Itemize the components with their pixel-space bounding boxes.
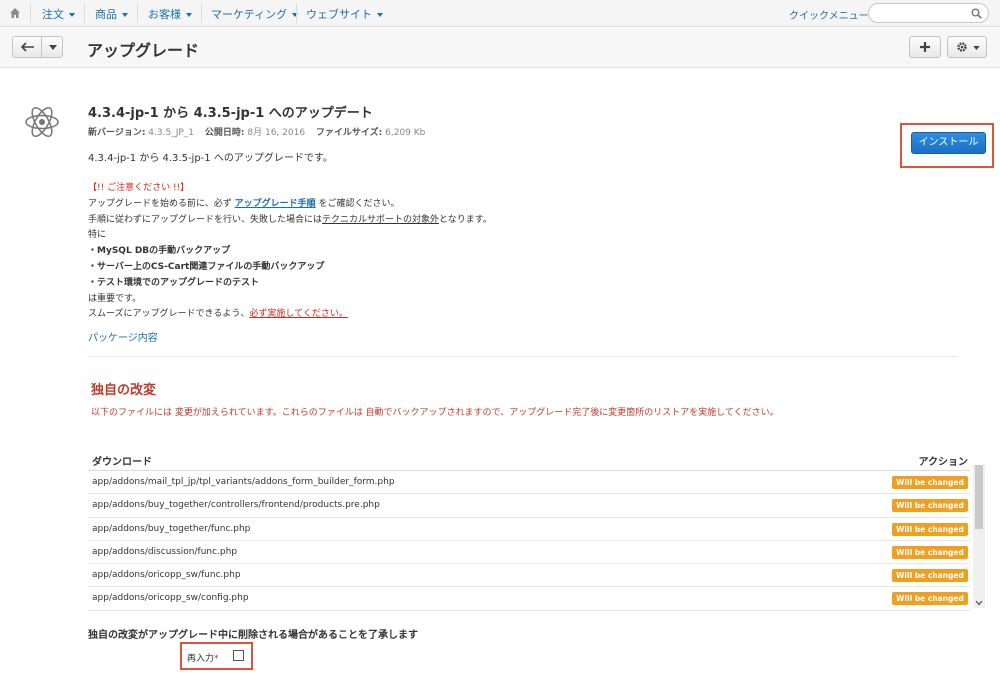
- scrollbar-thumb[interactable]: [975, 465, 983, 529]
- upgrade-notice: 【!! ご注意ください !!】 アップグレードを始める前に、必ず アップグレード…: [88, 181, 492, 323]
- table-row: app/addons/oricopp_sw/config.php Will be…: [88, 587, 970, 611]
- notice-text: となります。: [439, 214, 492, 225]
- notice-line: は重要です。: [88, 293, 142, 304]
- caret-down-icon: [186, 13, 192, 17]
- table-row: app/addons/mail_tpl_jp/tpl_variants/addo…: [88, 471, 970, 495]
- changed-files-table: ダウンロード アクション app/addons/mail_tpl_jp/tpl_…: [88, 446, 970, 611]
- nav-item-label: 注文: [42, 8, 64, 21]
- filesize-value: 6,209 Kb: [385, 128, 426, 138]
- status-badge: Will be changed: [892, 499, 968, 513]
- table-row: app/addons/buy_together/func.php Will be…: [88, 518, 970, 541]
- table-header: ダウンロード アクション: [88, 446, 970, 471]
- nav-item-label: マーケティング: [211, 8, 288, 21]
- column-header-download: ダウンロード: [92, 457, 152, 468]
- file-path: app/addons/mail_tpl_jp/tpl_variants/addo…: [92, 477, 395, 487]
- published-label: 公開日時:: [204, 128, 245, 138]
- back-button[interactable]: [12, 36, 42, 58]
- file-path: app/addons/buy_together/controllers/fron…: [92, 500, 380, 511]
- back-arrow-icon: [21, 42, 34, 52]
- title-bar: アップグレード: [0, 28, 1000, 68]
- status-badge: Will be changed: [892, 592, 968, 606]
- status-badge: Will be changed: [892, 522, 968, 536]
- top-nav: 注文 商品 お客様 マーケティング ウェブサイト クイックメニュー: [0, 0, 1000, 27]
- upgrade-title: 4.3.4-jp-1 から 4.3.5-jp-1 へのアップデート: [88, 106, 373, 121]
- notice-bullet: ・テスト環境でのアップグレードのテスト: [88, 277, 260, 288]
- install-button[interactable]: インストール: [911, 132, 986, 154]
- nav-item-website[interactable]: ウェブサイト: [306, 6, 383, 22]
- back-history-dropdown[interactable]: [41, 36, 63, 58]
- reenter-label-text: 再入力: [187, 654, 215, 664]
- notice-text: をご確認ください。: [315, 198, 400, 209]
- notice-text: 必ず実施してください。: [249, 309, 348, 320]
- section-description: 以下のファイルには 変更が加えられています。これらのファイルは 自動でバックアッ…: [91, 408, 779, 418]
- notice-text: アップグレードを始める前に、必ず: [88, 198, 235, 209]
- gear-icon: [957, 42, 967, 52]
- table-row: app/addons/buy_together/controllers/fron…: [88, 494, 970, 518]
- notice-line: アップグレードを始める前に、必ず アップグレード手順 をご確認ください。: [88, 197, 492, 213]
- nav-item-marketing[interactable]: マーケティング: [211, 6, 299, 22]
- page-title: アップグレード: [87, 41, 200, 60]
- upgrade-procedure-link[interactable]: アップグレード手順: [235, 199, 316, 209]
- notice-bullet: ・MySQL DBの手動バックアップ: [88, 246, 231, 257]
- status-badge: Will be changed: [892, 569, 968, 583]
- quick-menu-link[interactable]: クイックメニュー: [789, 7, 869, 22]
- reenter-checkbox[interactable]: [233, 650, 244, 661]
- filesize-label: ファイルサイズ:: [315, 128, 383, 138]
- file-path: app/addons/oricopp_sw/func.php: [92, 570, 241, 581]
- upgrade-meta: 新バージョン: 4.3.5_JP_1 公開日時: 8月 16, 2016 ファイ…: [88, 125, 433, 138]
- nav-divider: [201, 3, 202, 23]
- nav-item-label: ウェブサイト: [306, 8, 372, 21]
- atom-icon: [25, 107, 59, 137]
- status-badge: Will be changed: [892, 545, 968, 559]
- nav-item-label: 商品: [95, 8, 117, 21]
- nav-divider: [296, 3, 297, 23]
- home-icon[interactable]: [9, 7, 21, 19]
- caret-down-icon: [69, 13, 75, 17]
- required-mark: *: [214, 654, 219, 664]
- nav-item-label: お客様: [148, 8, 181, 21]
- section-title: 独自の改変: [91, 383, 157, 398]
- plus-icon: [920, 42, 930, 52]
- upgrade-description: 4.3.4-jp-1 から 4.3.5-jp-1 へのアップグレードです。: [88, 153, 333, 164]
- package-contents-link[interactable]: パッケージ内容: [88, 329, 158, 344]
- status-badge: Will be changed: [892, 476, 968, 489]
- nav-divider: [30, 3, 31, 23]
- scroll-down-icon[interactable]: [975, 600, 983, 606]
- notice-text: 手順に従わずにアップグレードを行い、失敗した場合には: [88, 214, 323, 225]
- nav-item-products[interactable]: 商品: [95, 6, 128, 22]
- file-path: app/addons/buy_together/func.php: [92, 523, 251, 534]
- notice-warning: 【!! ご注意ください !!】: [88, 183, 190, 193]
- caret-down-icon: [377, 13, 383, 17]
- add-button[interactable]: [909, 36, 941, 58]
- search-input[interactable]: [868, 3, 989, 23]
- caret-down-icon: [49, 45, 57, 50]
- nav-item-customers[interactable]: お客様: [148, 6, 192, 22]
- nav-divider: [137, 3, 138, 23]
- reenter-label: 再入力*: [187, 651, 219, 664]
- divider: [88, 356, 958, 357]
- published-value: 8月 16, 2016: [247, 128, 306, 138]
- column-header-action: アクション: [918, 457, 969, 468]
- notice-text: テクニカルサポートの対象外: [322, 214, 440, 225]
- search-icon[interactable]: [971, 8, 982, 19]
- acknowledge-text: 独自の改変がアップグレード中に削除される場合があることを了承します: [88, 630, 418, 641]
- file-path: app/addons/discussion/func.php: [92, 546, 238, 557]
- caret-down-icon: [122, 13, 128, 17]
- file-path: app/addons/oricopp_sw/config.php: [92, 593, 249, 604]
- notice-line: スムーズにアップグレードできるよう、必ず実施してください。: [88, 307, 492, 323]
- table-scrollbar[interactable]: [973, 465, 985, 608]
- caret-down-icon: [973, 46, 980, 50]
- notice-bullet: ・サーバー上のCS-Cart関連ファイルの手動バックアップ: [88, 261, 325, 272]
- notice-line: 特に: [88, 230, 107, 241]
- new-version-label: 新バージョン:: [88, 128, 146, 138]
- settings-dropdown-button[interactable]: [947, 36, 987, 58]
- new-version-value: 4.3.5_JP_1: [148, 128, 195, 138]
- notice-line: 手順に従わずにアップグレードを行い、失敗した場合にはテクニカルサポートの対象外と…: [88, 213, 492, 229]
- table-row: app/addons/oricopp_sw/func.php Will be c…: [88, 564, 970, 588]
- nav-item-orders[interactable]: 注文: [42, 6, 75, 22]
- table-row: app/addons/discussion/func.php Will be c…: [88, 541, 970, 565]
- notice-text: スムーズにアップグレードできるよう、: [88, 309, 250, 320]
- nav-divider: [84, 3, 85, 23]
